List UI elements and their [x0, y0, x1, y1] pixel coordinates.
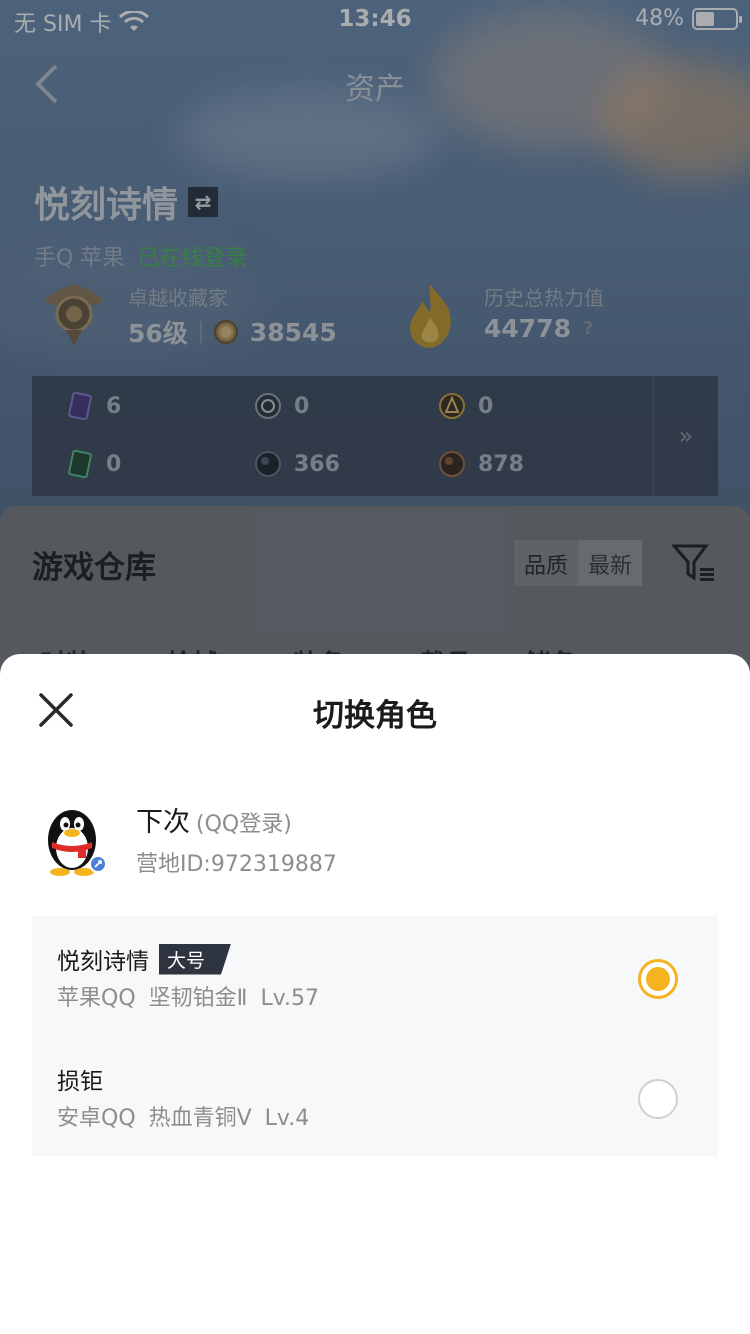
account-name-row: 下次 (QQ登录): [136, 800, 292, 839]
role-item[interactable]: 悦刻诗情 大号 苹果QQ 坚韧铂金Ⅱ Lv.57: [32, 916, 718, 1036]
role-name: 悦刻诗情: [57, 949, 149, 975]
account-name: 下次: [136, 807, 190, 838]
login-method: (QQ登录): [196, 812, 292, 837]
role-list: 悦刻诗情 大号 苹果QQ 坚韧铂金Ⅱ Lv.57 损钜 安卓QQ 热血青铜Ⅴ L…: [32, 916, 718, 1156]
role-radio-selected[interactable]: [638, 959, 678, 999]
main-account-badge: 大号: [159, 943, 232, 975]
role-name-row: 悦刻诗情 大号: [57, 942, 232, 976]
qq-penguin-avatar-icon: [48, 810, 107, 876]
role-name-row: 损钜: [57, 1062, 103, 1096]
role-info: 苹果QQ 坚韧铂金Ⅱ Lv.57: [57, 986, 320, 1011]
role-item[interactable]: 损钜 安卓QQ 热血青铜Ⅴ Lv.4: [32, 1036, 718, 1156]
role-radio-unselected[interactable]: [638, 1079, 678, 1119]
switch-role-sheet: 切换角色 下次 (QQ登录) 营地ID:972319887 悦刻诗情 大号 苹果…: [0, 654, 750, 1334]
role-info: 安卓QQ 热血青铜Ⅴ Lv.4: [57, 1106, 310, 1131]
role-name: 损钜: [57, 1069, 103, 1095]
sheet-title: 切换角色: [313, 698, 437, 734]
camp-id: 营地ID:972319887: [136, 852, 337, 877]
account-info: 下次 (QQ登录) 营地ID:972319887: [42, 800, 702, 880]
